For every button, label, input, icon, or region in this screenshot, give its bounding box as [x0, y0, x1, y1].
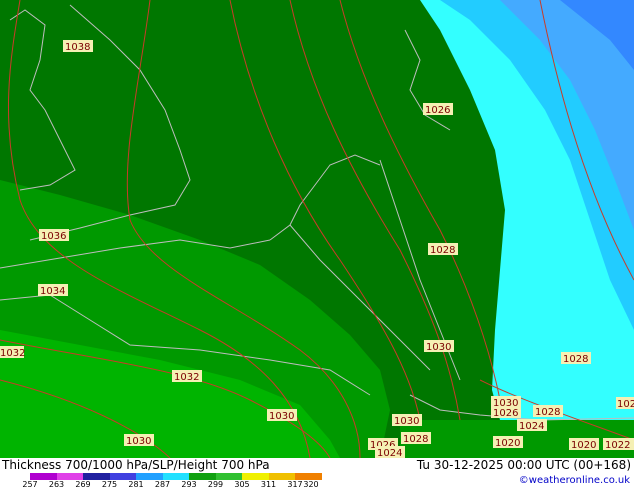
legend-tick-label: 299 — [207, 480, 224, 489]
isobar-label: 1032 — [0, 346, 25, 359]
svg-text:1024: 1024 — [377, 448, 402, 458]
svg-text:1020: 1020 — [617, 399, 634, 410]
copyright: ©weatheronline.co.uk — [518, 475, 630, 486]
isobar-label: 1028 — [561, 352, 591, 365]
isobar-label: 1028 — [401, 432, 431, 445]
svg-text:1036: 1036 — [41, 231, 66, 242]
footer: Thickness 700/1000 hPa/SLP/Height 700 hP… — [0, 458, 634, 490]
isobar-label: 1026 — [423, 103, 453, 116]
isobar-label: 1024 — [517, 419, 547, 432]
svg-text:1030: 1030 — [126, 436, 151, 447]
legend-tick-label: 305 — [234, 480, 250, 489]
legend-tick-label: 281 — [128, 480, 144, 489]
legend-tick-label: 257 — [22, 480, 38, 489]
isobar-label: 1020 — [616, 397, 634, 410]
legend-swatch — [242, 473, 269, 480]
isobar-label: 1030 — [267, 409, 297, 422]
svg-text:1032: 1032 — [174, 372, 199, 383]
legend-swatch — [215, 473, 242, 480]
svg-text:1028: 1028 — [535, 407, 560, 418]
isobar-label: 1020 — [493, 436, 523, 449]
isobar-label: 1020 — [569, 438, 599, 451]
legend-swatch — [268, 473, 295, 480]
legend-tick-label: 317 — [287, 480, 303, 489]
svg-text:1022: 1022 — [605, 440, 630, 451]
legend-swatch — [136, 473, 163, 480]
legend-swatch — [295, 473, 322, 480]
isobar-label: 1038 — [63, 40, 93, 53]
svg-text:1028: 1028 — [563, 354, 588, 365]
isobar-label: 1028 — [428, 243, 458, 256]
legend-swatch — [109, 473, 136, 480]
map-title: Thickness 700/1000 hPa/SLP/Height 700 hP… — [2, 458, 270, 472]
svg-text:1028: 1028 — [430, 245, 455, 256]
isobar-label: 1036 — [39, 229, 69, 242]
isobar-label: 1030 — [392, 414, 422, 427]
svg-text:1030: 1030 — [394, 416, 419, 427]
svg-text:1020: 1020 — [571, 440, 596, 451]
svg-text:1038: 1038 — [65, 42, 90, 53]
legend-tick-label: 293 — [181, 480, 197, 489]
legend-swatch — [162, 473, 189, 480]
svg-text:1020: 1020 — [495, 438, 520, 449]
isobar-label: 1026 — [491, 406, 521, 419]
svg-text:1030: 1030 — [426, 342, 451, 353]
legend-tick-label: 275 — [101, 480, 118, 489]
isobar-label: 1022 — [603, 438, 634, 451]
svg-text:1026: 1026 — [425, 105, 450, 116]
isobar-label: 1030 — [124, 434, 154, 447]
svg-text:1034: 1034 — [40, 286, 65, 297]
svg-text:1030: 1030 — [269, 411, 294, 422]
legend-swatch — [30, 473, 57, 480]
legend-tick-label: 263 — [48, 480, 65, 489]
weather-map: 1038 1036 1034 1032 1032 1030 1030 1030 … — [0, 0, 634, 458]
legend-tick-label: 320 — [303, 480, 319, 489]
svg-text:1028: 1028 — [403, 434, 428, 445]
legend-tick-label: 269 — [75, 480, 91, 489]
svg-text:1024: 1024 — [519, 421, 544, 432]
isobar-label: 1030 — [424, 340, 454, 353]
svg-text:1026: 1026 — [493, 408, 518, 419]
legend-tick-label: 287 — [154, 480, 171, 489]
legend-swatch — [56, 473, 83, 480]
legend-swatch — [189, 473, 216, 480]
isobar-label: 1024 — [375, 446, 405, 458]
valid-time: Tu 30-12-2025 00:00 UTC (00+168) — [416, 458, 631, 472]
svg-text:1032: 1032 — [0, 348, 25, 359]
isobar-label: 1032 — [172, 370, 202, 383]
legend-tick-label: 311 — [260, 480, 277, 489]
color-legend: 257 263 269 275 281 287 293 299 305 311 317 320 — [0, 472, 322, 490]
isobar-label: 1034 — [38, 284, 68, 297]
isobar-label: 1028 — [533, 405, 563, 418]
legend-swatch — [83, 473, 110, 480]
